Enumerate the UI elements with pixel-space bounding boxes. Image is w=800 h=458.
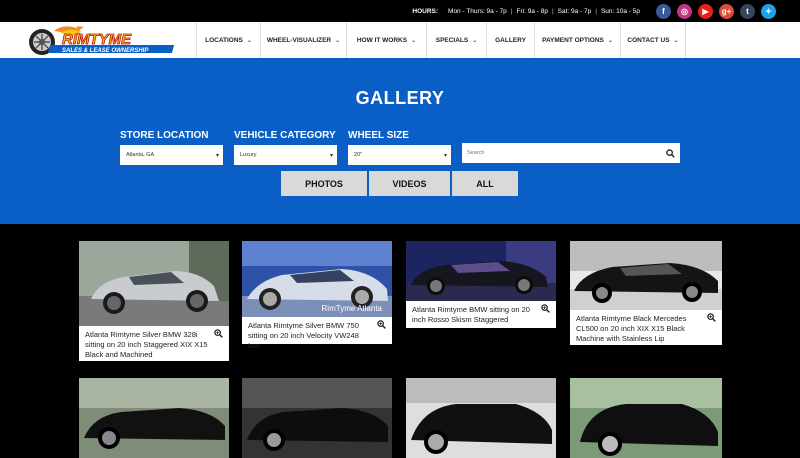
wheel-size-filter: WHEEL SIZE 20" ▾: [348, 130, 451, 165]
logo-tagline: SALES & LEASE OWNERSHIP: [62, 48, 149, 54]
tab-videos[interactable]: VIDEOS: [369, 171, 450, 196]
gallery-card-photo[interactable]: [406, 378, 556, 458]
hours-fri: Fri: 9a - 8p: [516, 7, 548, 15]
search-field[interactable]: [462, 143, 680, 163]
chevron-down-icon: ⌄: [246, 37, 252, 44]
vehicle-category-filter: VEHICLE CATEGORY Luxury ▾: [234, 130, 337, 165]
search-icon[interactable]: [666, 148, 675, 158]
zoom-icon[interactable]: [214, 329, 223, 338]
nav-item-label: SPECIALS: [435, 36, 469, 44]
caption-text: Atlanta Rimtyme BMW sitting on 20 inch R…: [412, 305, 530, 324]
gallery-card[interactable]: RimTyme Atlanta Atlanta Rimtyme Silver BM…: [242, 241, 392, 350]
facebook-icon[interactable]: f: [656, 3, 671, 19]
gallery-card[interactable]: [406, 378, 556, 458]
nav-item-label: WHEEL-VISUALIZER: [266, 36, 332, 44]
gallery-card[interactable]: Atlanta Rimtyme Black Mercedes CL500 on …: [570, 241, 722, 345]
nav-item-specials[interactable]: SPECIALS ⌄: [426, 22, 486, 58]
gallery-card[interactable]: [570, 378, 722, 458]
store-location-select[interactable]: Atlanta, GA ▾: [120, 145, 223, 165]
gallery-card-photo[interactable]: RimTyme Atlanta: [242, 241, 392, 317]
hours-sun: Sun: 10a - 5p: [600, 7, 640, 15]
main-nav: RIMTYME SALES & LEASE OWNERSHIP LOCATION…: [0, 22, 800, 58]
nav-item-wheel-visualizer[interactable]: WHEEL-VISUALIZER ⌄: [260, 22, 346, 58]
nav-item-label: GALLERY: [495, 36, 526, 44]
nav-item-label: HOW IT WORKS: [356, 36, 408, 44]
hours-separator: |: [551, 7, 554, 15]
gallery-card[interactable]: Atlanta Rimtyme BMW sitting on 20 inch R…: [406, 241, 556, 328]
nav-item-gallery[interactable]: GALLERY: [486, 22, 534, 58]
nav-item-label: PAYMENT OPTIONS: [542, 36, 604, 44]
chevron-down-icon: ⌄: [411, 37, 417, 44]
chevron-down-icon: ⌄: [335, 37, 341, 44]
gallery-card-photo[interactable]: [79, 241, 229, 326]
instagram-icon[interactable]: ◎: [677, 3, 692, 19]
youtube-icon[interactable]: ▶: [698, 3, 713, 19]
caret-down-icon: ▾: [329, 152, 333, 159]
gallery-hero: GALLERY STORE LOCATION Atlanta, GA ▾ VEH…: [0, 58, 800, 224]
gallery-card-caption: Atlanta Rimtyme Silver BMW 750 sitting o…: [242, 317, 392, 350]
nav-item-locations[interactable]: LOCATIONS ⌄: [196, 22, 260, 58]
chevron-down-icon: ⌄: [472, 37, 478, 44]
wheel-size-label: WHEEL SIZE: [348, 130, 409, 141]
vehicle-category-label: VEHICLE CATEGORY: [234, 130, 336, 141]
gallery-card-photo[interactable]: [406, 241, 556, 301]
twitter-icon[interactable]: ✦: [761, 3, 776, 19]
hours-sat: Sat: 9a - 7p: [557, 7, 592, 15]
gallery-card-caption: Atlanta Rimtyme Silver BMW 328i sitting …: [79, 326, 229, 361]
nav-item-how-it-works[interactable]: HOW IT WORKS ⌄: [346, 22, 426, 58]
caption-text: Atlanta Rimtyme Silver BMW 328i sitting …: [85, 330, 208, 359]
wheel-size-value: 20": [354, 152, 363, 158]
gallery-card-photo[interactable]: [570, 241, 722, 310]
zoom-icon[interactable]: [707, 313, 716, 322]
tab-all[interactable]: ALL: [452, 171, 518, 196]
store-location-label: STORE LOCATION: [120, 130, 209, 141]
chevron-down-icon: ⌄: [673, 37, 679, 44]
photo-watermark: RimTyme Atlanta: [321, 304, 382, 313]
caption-text: Atlanta Rimtyme Black Mercedes CL500 on …: [576, 314, 687, 343]
wheel-size-select[interactable]: 20" ▾: [348, 145, 451, 165]
hours-separator: |: [595, 7, 597, 15]
media-tabs: PHOTOS VIDEOS ALL: [281, 171, 518, 196]
rimtyme-logo: RIMTYME SALES & LEASE OWNERSHIP: [29, 26, 175, 55]
store-location-value: Atlanta, GA: [126, 152, 155, 158]
tumblr-icon[interactable]: t: [740, 3, 755, 19]
gallery-card-photo[interactable]: [79, 378, 229, 458]
caret-down-icon: ▾: [443, 152, 447, 159]
zoom-icon[interactable]: [541, 304, 550, 313]
gallery-card-caption: Atlanta Rimtyme Black Mercedes CL500 on …: [570, 310, 722, 345]
gallery-card-caption: Atlanta Rimtyme BMW sitting on 20 inch R…: [406, 301, 556, 328]
zoom-icon[interactable]: [377, 320, 386, 329]
nav-item-label: CONTACT US: [627, 36, 670, 44]
nav-item-payment-options[interactable]: PAYMENT OPTIONS ⌄: [534, 22, 620, 58]
page-title: GALLERY: [355, 88, 445, 108]
google-plus-icon[interactable]: g+: [719, 3, 734, 19]
nav-item-label: LOCATIONS: [205, 36, 243, 44]
hours-label: HOURS:: [412, 7, 439, 15]
social-links: f ◎ ▶ g+ t ✦: [656, 3, 776, 19]
store-location-filter: STORE LOCATION Atlanta, GA ▾: [120, 130, 223, 165]
gallery-card-photo[interactable]: [570, 378, 722, 458]
nav-item-contact-us[interactable]: CONTACT US ⌄: [620, 22, 686, 58]
top-bar: HOURS: Mon - Thurs: 9a - 7p | Fri: 9a - …: [0, 0, 800, 22]
tab-photos[interactable]: PHOTOS: [281, 171, 367, 196]
vehicle-category-select[interactable]: Luxury ▾: [234, 145, 337, 165]
caret-down-icon: ▾: [215, 152, 219, 159]
hours-separator: |: [510, 7, 513, 15]
gallery-card[interactable]: Atlanta Rimtyme Silver BMW 328i sitting …: [79, 241, 229, 361]
gallery-card-photo[interactable]: [242, 378, 392, 458]
gallery-card[interactable]: [242, 378, 392, 458]
gallery-card[interactable]: [79, 378, 229, 458]
logo-wordmark: RIMTYME: [62, 31, 132, 48]
vehicle-category-value: Luxury: [240, 152, 257, 158]
nav-menu: LOCATIONS ⌄ WHEEL-VISUALIZER ⌄ HOW IT WORKS ⌄…: [196, 22, 686, 58]
search-input[interactable]: [467, 150, 647, 156]
chevron-down-icon: ⌄: [607, 37, 613, 44]
caption-text: Atlanta Rimtyme Silver BMW 750 sitting o…: [248, 321, 359, 350]
hours-mon-thurs: Mon - Thurs: 9a - 7p: [448, 7, 507, 15]
logo[interactable]: RIMTYME SALES & LEASE OWNERSHIP: [0, 22, 196, 58]
